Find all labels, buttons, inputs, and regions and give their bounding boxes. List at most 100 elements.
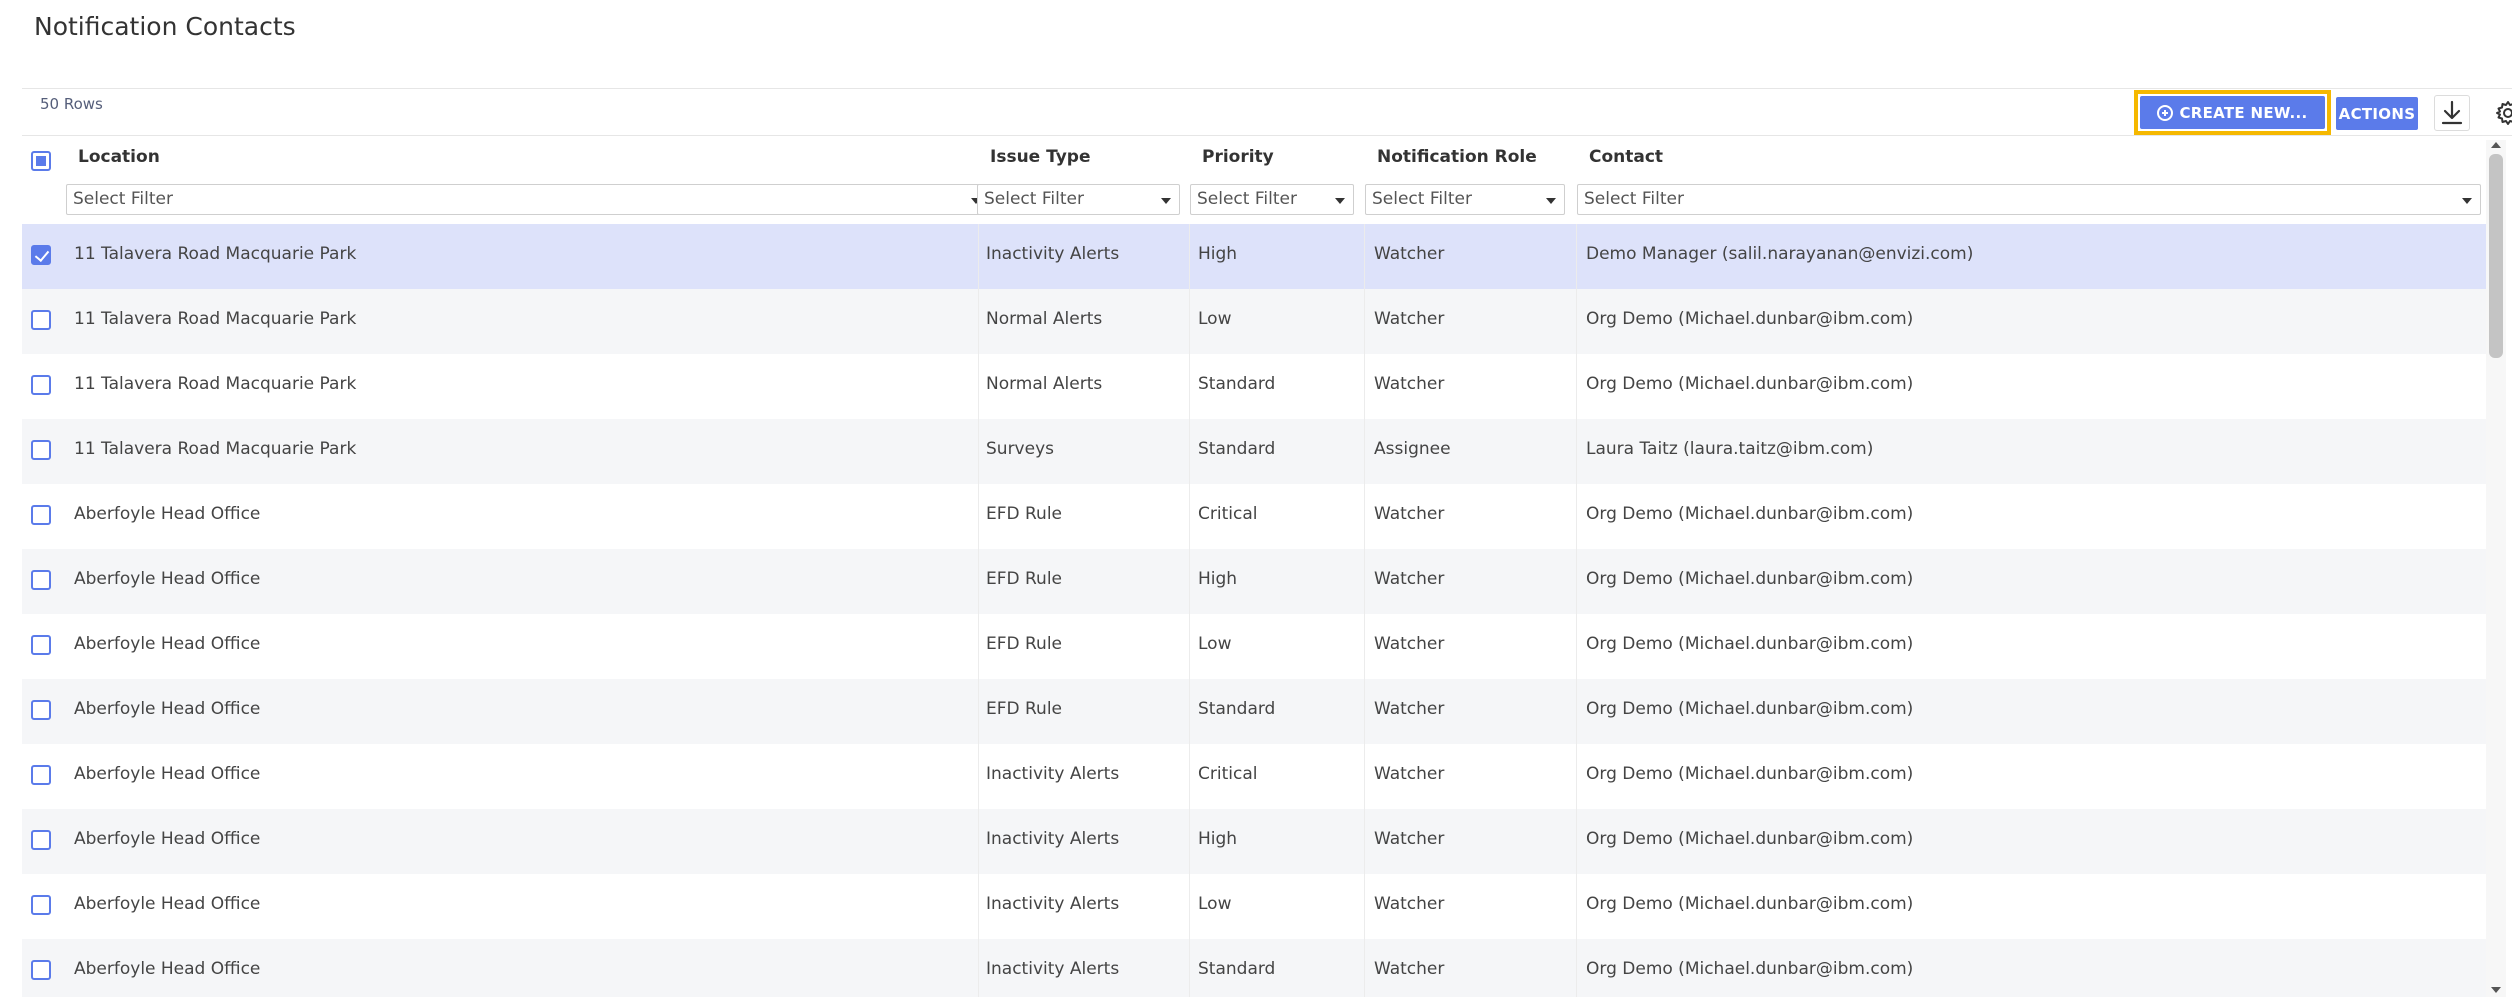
column-divider [1576, 679, 1577, 744]
cell-contact: Laura Taitz (laura.taitz@ibm.com) [1586, 439, 1874, 459]
cell-role: Watcher [1374, 504, 1445, 524]
row-checkbox[interactable] [31, 700, 51, 720]
table-row[interactable]: Aberfoyle Head Office EFD Rule Low Watcher O… [22, 614, 2486, 679]
download-icon [2441, 100, 2463, 125]
chevron-down-icon [1335, 198, 1345, 204]
table-row[interactable]: 11 Talavera Road Macquarie Park Normal Al… [22, 354, 2486, 419]
chevron-down-icon [2462, 198, 2472, 204]
cell-role: Watcher [1374, 894, 1445, 914]
contact-filter[interactable]: Select Filter [1577, 184, 2481, 215]
cell-contact: Demo Manager (salil.narayanan@envizi.com… [1586, 244, 1974, 264]
column-header-contact[interactable]: Contact [1589, 147, 1663, 167]
issue-type-filter[interactable]: Select Filter [977, 184, 1180, 215]
cell-contact: Org Demo (Michael.dunbar@ibm.com) [1586, 959, 1914, 979]
row-checkbox[interactable] [31, 505, 51, 525]
table-row[interactable]: Aberfoyle Head Office Inactivity Alerts Cr… [22, 744, 2486, 809]
row-checkbox[interactable] [31, 570, 51, 590]
row-checkbox[interactable] [31, 375, 51, 395]
row-checkbox[interactable] [31, 245, 51, 265]
cell-role: Watcher [1374, 569, 1445, 589]
row-checkbox[interactable] [31, 895, 51, 915]
notification-role-filter[interactable]: Select Filter [1365, 184, 1565, 215]
settings-button[interactable] [2490, 95, 2512, 131]
table-row[interactable]: Aberfoyle Head Office Inactivity Alerts Lo… [22, 874, 2486, 939]
cell-priority: Low [1198, 894, 1232, 914]
table-row[interactable]: Aberfoyle Head Office Inactivity Alerts St… [22, 939, 2486, 997]
column-divider [1189, 874, 1190, 939]
row-checkbox[interactable] [31, 960, 51, 980]
column-divider [1364, 939, 1365, 997]
contact-filter-text: Select Filter [1584, 189, 1684, 209]
table-row[interactable]: 11 Talavera Road Macquarie Park Inactivit… [22, 224, 2486, 289]
scroll-up-icon[interactable] [2491, 142, 2501, 148]
row-checkbox[interactable] [31, 635, 51, 655]
cell-priority: Low [1198, 634, 1232, 654]
cell-priority: Critical [1198, 764, 1258, 784]
column-divider [1364, 224, 1365, 289]
column-divider [1576, 614, 1577, 679]
column-divider [1364, 874, 1365, 939]
cell-contact: Org Demo (Michael.dunbar@ibm.com) [1586, 569, 1914, 589]
column-header-notification-role[interactable]: Notification Role [1377, 147, 1537, 167]
column-divider [1364, 354, 1365, 419]
table-row[interactable]: 11 Talavera Road Macquarie Park Surveys St… [22, 419, 2486, 484]
cell-location: Aberfoyle Head Office [74, 634, 261, 654]
column-divider [1189, 224, 1190, 289]
location-filter[interactable]: Select Filter [66, 184, 990, 215]
cell-location: 11 Talavera Road Macquarie Park [74, 374, 357, 394]
cell-location: Aberfoyle Head Office [74, 569, 261, 589]
column-divider [978, 939, 979, 997]
column-divider [978, 614, 979, 679]
priority-filter[interactable]: Select Filter [1190, 184, 1354, 215]
cell-role: Watcher [1374, 244, 1445, 264]
create-new-button[interactable]: CREATE NEW... [2140, 96, 2325, 129]
actions-button[interactable]: ACTIONS [2336, 97, 2418, 130]
vertical-scrollbar[interactable] [2486, 140, 2506, 997]
column-divider [1364, 289, 1365, 354]
column-divider [1576, 549, 1577, 614]
row-checkbox[interactable] [31, 440, 51, 460]
column-header-priority[interactable]: Priority [1202, 147, 1274, 167]
create-new-label: CREATE NEW... [2179, 103, 2308, 122]
cell-location: Aberfoyle Head Office [74, 504, 261, 524]
scrollbar-thumb[interactable] [2489, 154, 2503, 358]
cell-role: Watcher [1374, 699, 1445, 719]
row-checkbox[interactable] [31, 830, 51, 850]
cell-priority: Standard [1198, 959, 1276, 979]
column-divider [1576, 744, 1577, 809]
cell-contact: Org Demo (Michael.dunbar@ibm.com) [1586, 829, 1914, 849]
row-count: 50 Rows [40, 95, 103, 113]
cell-location: Aberfoyle Head Office [74, 764, 261, 784]
select-all-checkbox[interactable] [31, 151, 51, 171]
cell-priority: High [1198, 569, 1238, 589]
cell-issue-type: Inactivity Alerts [986, 894, 1120, 914]
table-row[interactable]: Aberfoyle Head Office EFD Rule High Watcher… [22, 549, 2486, 614]
column-divider [1189, 484, 1190, 549]
cell-issue-type: Inactivity Alerts [986, 959, 1120, 979]
table-row[interactable]: Aberfoyle Head Office Inactivity Alerts Hi… [22, 809, 2486, 874]
cell-priority: High [1198, 244, 1238, 264]
scroll-down-icon[interactable] [2491, 987, 2501, 993]
issue-type-filter-text: Select Filter [984, 189, 1084, 209]
row-checkbox[interactable] [31, 765, 51, 785]
table-row[interactable]: Aberfoyle Head Office EFD Rule Standard Wat… [22, 679, 2486, 744]
column-header-issue-type[interactable]: Issue Type [990, 147, 1090, 167]
cell-location: 11 Talavera Road Macquarie Park [74, 309, 357, 329]
table-row[interactable]: 11 Talavera Road Macquarie Park Normal Al… [22, 289, 2486, 354]
column-divider [1364, 419, 1365, 484]
column-header-location[interactable]: Location [78, 147, 160, 167]
download-button[interactable] [2434, 95, 2470, 131]
column-divider [1189, 354, 1190, 419]
cell-issue-type: EFD Rule [986, 569, 1063, 589]
cell-contact: Org Demo (Michael.dunbar@ibm.com) [1586, 764, 1914, 784]
cell-issue-type: Inactivity Alerts [986, 829, 1120, 849]
cell-location: 11 Talavera Road Macquarie Park [74, 439, 357, 459]
table-row[interactable]: Aberfoyle Head Office EFD Rule Critical Wat… [22, 484, 2486, 549]
row-checkbox[interactable] [31, 310, 51, 330]
column-divider [1364, 549, 1365, 614]
plus-circle-icon [2157, 104, 2174, 121]
column-divider [1189, 744, 1190, 809]
column-divider [1189, 679, 1190, 744]
cell-priority: Standard [1198, 439, 1276, 459]
cell-role: Assignee [1374, 439, 1451, 459]
